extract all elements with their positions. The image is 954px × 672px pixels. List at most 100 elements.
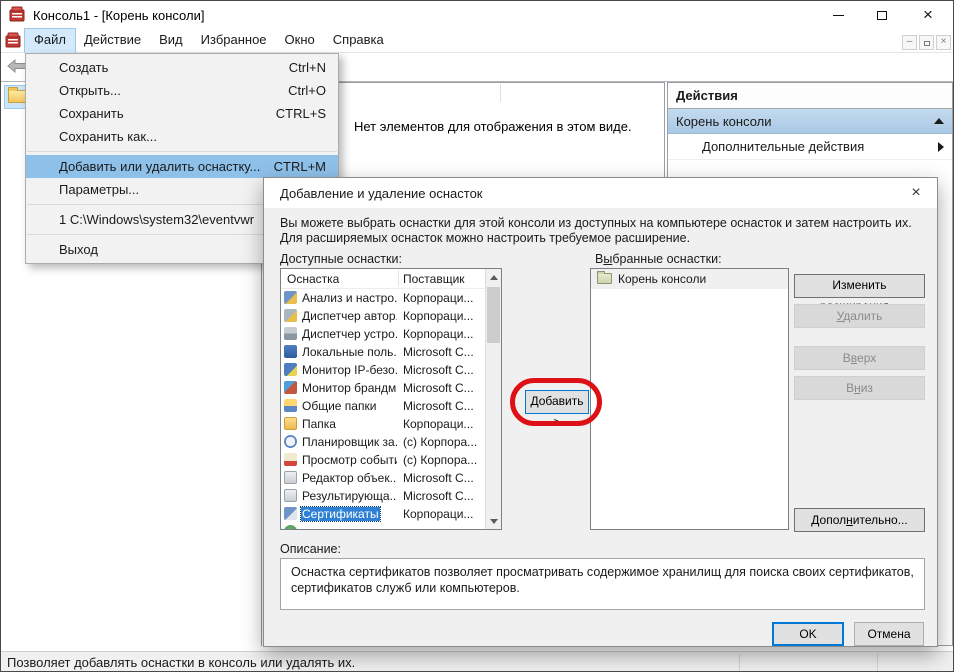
snapin-name: Монитор брандм... xyxy=(301,381,397,395)
maximize-button[interactable] xyxy=(859,1,905,29)
advanced-button[interactable]: Дополнительно... xyxy=(794,508,925,532)
status-separator xyxy=(739,654,740,672)
snapin-vendor: (с) Корпора... xyxy=(403,453,477,467)
ip-security-monitor-icon xyxy=(284,363,297,376)
snapin-vendor: Microsoft C... xyxy=(403,399,474,413)
menu-item-label: Сохранить xyxy=(59,106,276,121)
menubar-item-0[interactable]: Файл xyxy=(25,29,75,53)
snapin-row[interactable]: ПапкаКорпораци... xyxy=(281,415,485,433)
actions-group-label: Корень консоли xyxy=(676,114,934,129)
available-snapins-list[interactable]: Оснастка Поставщик Анализ и настро... Кор… xyxy=(280,268,502,530)
dialog-title-bar: Добавление и удаление оснасток × xyxy=(264,178,937,208)
menu-item-label: Сохранить как... xyxy=(59,129,326,144)
snapin-row[interactable]: Диспетчер автор...Корпораци... xyxy=(281,307,485,325)
menubar-item-1[interactable]: Действие xyxy=(75,29,150,53)
snapin-vendor: Корпораци... xyxy=(403,291,473,305)
selected-snapins-list[interactable]: Корень консоли xyxy=(590,268,789,530)
scrollbar[interactable] xyxy=(485,269,501,529)
add-remove-snapins-dialog: Добавление и удаление оснасток × Вы може… xyxy=(263,177,938,647)
snapin-vendor: Microsoft C... xyxy=(403,363,474,377)
status-text: Позволяет добавлять оснастки в консоль и… xyxy=(7,655,355,670)
selected-snapin-row[interactable]: Корень консоли xyxy=(591,269,788,289)
snapin-name: Папка xyxy=(301,417,337,431)
scroll-thumb[interactable] xyxy=(487,287,500,343)
selected-snapins-label: Выбранные оснастки: xyxy=(595,252,722,266)
red-highlight-annotation xyxy=(510,378,602,426)
snapin-vendor: Microsoft C... xyxy=(403,489,474,503)
console-icon xyxy=(9,6,25,25)
actions-pane-title: Действия xyxy=(668,83,952,109)
mmc-console-window: Консоль1 - [Корень консоли] × ФайлДейств… xyxy=(0,0,954,672)
file-menu-item-2[interactable]: СохранитьCTRL+S xyxy=(26,102,338,125)
dialog-intro-text: Вы можете выбрать оснастки для этой конс… xyxy=(280,216,928,246)
minimize-button[interactable] xyxy=(815,1,861,29)
snapin-row[interactable]: Диспетчер устро...Корпораци... xyxy=(281,325,485,343)
menu-item-shortcut: CTRL+M xyxy=(274,159,326,174)
mdi-restore-button[interactable] xyxy=(919,35,934,50)
collapse-arrow-icon[interactable] xyxy=(934,118,944,124)
actions-item-more-actions[interactable]: Дополнительные действия xyxy=(668,134,952,160)
list-column-divider xyxy=(500,84,501,102)
services-icon xyxy=(284,525,297,529)
snapin-name: Результирующа... xyxy=(301,489,397,503)
shared-folders-icon xyxy=(284,399,297,412)
scroll-up-icon[interactable] xyxy=(486,269,501,285)
folder-icon xyxy=(597,273,612,284)
menu-item-label: Добавить или удалить оснастку... xyxy=(59,159,274,174)
file-menu-item-1[interactable]: Открыть...Ctrl+O xyxy=(26,79,338,102)
mdi-minimize-button[interactable]: – xyxy=(902,35,917,50)
file-menu-item-0[interactable]: СоздатьCtrl+N xyxy=(26,56,338,79)
snapin-row[interactable] xyxy=(281,523,485,529)
snapin-row[interactable]: Общие папки Microsoft C... xyxy=(281,397,485,415)
description-box: Оснастка сертификатов позволяет просматр… xyxy=(280,558,925,610)
ok-button[interactable]: OK xyxy=(772,622,844,646)
snapin-row[interactable]: Локальные поль...Microsoft C... xyxy=(281,343,485,361)
mdi-window-controls: – × xyxy=(902,35,951,50)
remove-button: Удалить xyxy=(794,304,925,328)
scroll-down-icon[interactable] xyxy=(486,513,501,529)
snapin-row[interactable]: Монитор IP-безо... Microsoft C... xyxy=(281,361,485,379)
available-snapins-label: Доступные оснастки: xyxy=(280,252,402,266)
snapin-vendor: Корпораци... xyxy=(403,309,473,323)
file-menu-item-3[interactable]: Сохранить как... xyxy=(26,125,338,148)
window-title: Консоль1 - [Корень консоли] xyxy=(33,8,204,23)
snapin-name: Общие папки xyxy=(301,399,377,413)
snapin-vendor: Microsoft C... xyxy=(403,381,474,395)
column-snapin[interactable]: Оснастка xyxy=(287,272,339,286)
snapin-row[interactable]: СертификатыКорпораци... xyxy=(281,505,485,523)
snapin-row[interactable]: Редактор объек...Microsoft C... xyxy=(281,469,485,487)
menu-item-shortcut: Ctrl+O xyxy=(288,83,326,98)
menubar-item-3[interactable]: Избранное xyxy=(192,29,276,53)
snapin-name: Монитор IP-безо... xyxy=(301,363,397,377)
snapin-name: Планировщик за... xyxy=(301,435,397,449)
mdi-close-button[interactable]: × xyxy=(936,35,951,50)
snapin-row[interactable]: Анализ и настро... Корпораци... xyxy=(281,289,485,307)
snapin-row[interactable]: Результирующа... Microsoft C... xyxy=(281,487,485,505)
menubar-item-2[interactable]: Вид xyxy=(150,29,192,53)
snapin-row[interactable]: Планировщик за...(с) Корпора... xyxy=(281,433,485,451)
cancel-button[interactable]: Отмена xyxy=(854,622,924,646)
edit-extensions-button[interactable]: Изменить расширения... xyxy=(794,274,925,298)
snapin-vendor: Microsoft C... xyxy=(403,471,474,485)
actions-group-console-root[interactable]: Корень консоли xyxy=(668,109,952,134)
device-manager-icon xyxy=(284,327,297,340)
snapin-row[interactable]: Монитор брандм... Microsoft C... xyxy=(281,379,485,397)
file-menu-item-5[interactable]: Добавить или удалить оснастку...CTRL+M xyxy=(26,155,338,178)
menu-bar-items: ФайлДействиеВидИзбранноеОкноСправка xyxy=(25,29,393,53)
submenu-arrow-icon xyxy=(938,142,944,152)
dialog-close-icon[interactable]: × xyxy=(903,182,929,204)
dialog-title: Добавление и удаление оснасток xyxy=(280,186,482,201)
menu-item-label: Создать xyxy=(59,60,289,75)
menubar-item-4[interactable]: Окно xyxy=(276,29,324,53)
snapin-row[interactable]: Просмотр событий(с) Корпора... xyxy=(281,451,485,469)
list-header[interactable]: Оснастка Поставщик xyxy=(281,269,501,289)
snapin-name: Анализ и настро... xyxy=(301,291,397,305)
menubar-item-5[interactable]: Справка xyxy=(324,29,393,53)
status-separator xyxy=(877,654,878,672)
back-arrow-icon xyxy=(7,59,27,76)
task-scheduler-icon xyxy=(284,435,297,448)
column-vendor[interactable]: Поставщик xyxy=(403,272,465,286)
description-label: Описание: xyxy=(280,542,341,556)
close-button[interactable]: × xyxy=(905,1,951,29)
menu-item-shortcut: CTRL+S xyxy=(276,106,326,121)
